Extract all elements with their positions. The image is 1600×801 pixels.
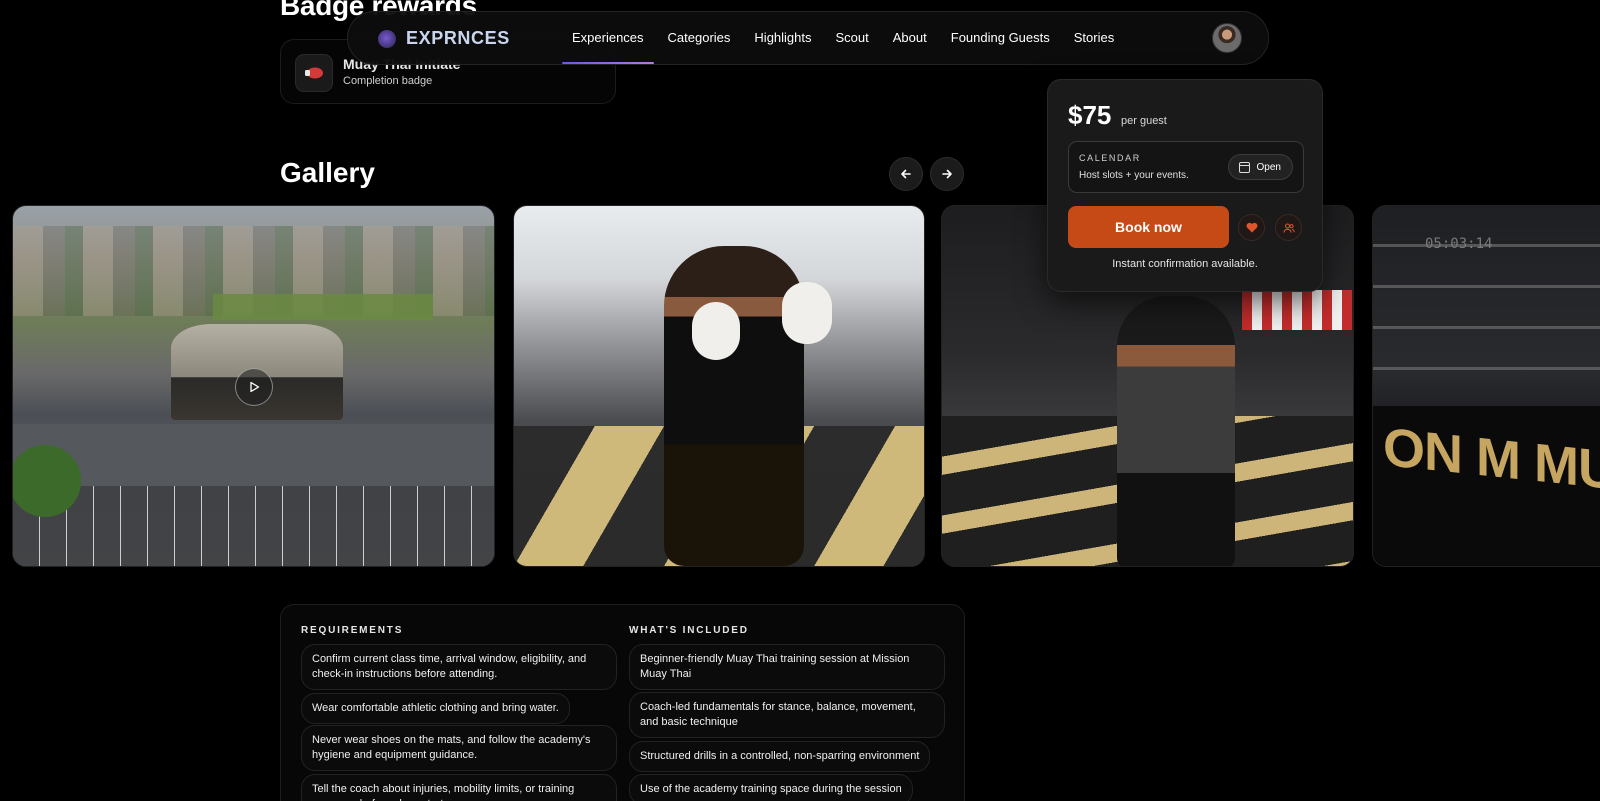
requirement-item: Tell the coach about injuries, mobility … xyxy=(301,774,617,801)
nav-link-scout[interactable]: Scout xyxy=(836,12,869,64)
booking-card: $75 per guest CALENDAR Host slots + your… xyxy=(1047,79,1323,292)
nav-link-founding-guests[interactable]: Founding Guests xyxy=(951,12,1050,64)
image-detail-glove-right xyxy=(782,282,832,344)
gallery-next-button[interactable] xyxy=(930,157,964,191)
included-item: Structured drills in a controlled, non-s… xyxy=(629,741,931,772)
included-title: WHAT'S INCLUDED xyxy=(629,625,749,636)
group-button[interactable] xyxy=(1275,214,1302,241)
nav-link-about[interactable]: About xyxy=(893,12,927,64)
gallery-image-ring[interactable]: 05:03:14 ON M MUAY TH xyxy=(1372,205,1600,567)
requirement-item: Wear comfortable athletic clothing and b… xyxy=(301,693,570,724)
gallery-image-fighter[interactable] xyxy=(513,205,925,567)
included-item: Beginner-friendly Muay Thai training ses… xyxy=(629,644,945,690)
arrow-left-icon xyxy=(901,169,911,179)
included-item: Use of the academy training space during… xyxy=(629,774,913,801)
gallery-title: Gallery xyxy=(280,157,375,188)
calendar-icon xyxy=(1238,161,1250,173)
image-detail-field xyxy=(213,294,433,320)
image-detail-coach xyxy=(1117,296,1235,566)
gallery-prev-button[interactable] xyxy=(889,157,923,191)
calendar-box: CALENDAR Host slots + your events. Open xyxy=(1068,141,1304,193)
boxing-glove-icon xyxy=(295,54,333,92)
image-detail-flag xyxy=(1242,290,1352,330)
user-avatar[interactable] xyxy=(1212,23,1242,53)
requirements-title: REQUIREMENTS xyxy=(301,625,404,636)
included-item: Coach-led fundamentals for stance, balan… xyxy=(629,692,945,738)
calendar-open-label: Open xyxy=(1256,161,1281,173)
logo-icon[interactable] xyxy=(378,30,396,48)
image-detail-fighter xyxy=(664,246,804,566)
logo-text[interactable]: EXPRNCES xyxy=(406,28,510,49)
favorite-button[interactable] xyxy=(1238,214,1265,241)
image-detail-glove-left xyxy=(692,302,740,360)
price-unit: per guest xyxy=(1121,115,1167,127)
info-panel: REQUIREMENTS WHAT'S INCLUDED Confirm cur… xyxy=(280,604,965,801)
requirement-item: Confirm current class time, arrival wind… xyxy=(301,644,617,690)
book-now-button[interactable]: Book now xyxy=(1068,206,1229,248)
image-detail-trees xyxy=(13,406,93,556)
requirement-item: Never wear shoes on the mats, and follow… xyxy=(301,725,617,771)
calendar-open-button[interactable]: Open xyxy=(1227,154,1293,180)
price: $75 xyxy=(1068,100,1112,130)
calendar-subtitle: Host slots + your events. xyxy=(1079,170,1189,181)
nav-link-experiences[interactable]: Experiences xyxy=(562,12,654,64)
top-navbar: EXPRNCES Experiences Categories Highligh… xyxy=(347,11,1269,65)
image-detail-clock: 05:03:14 xyxy=(1425,236,1493,252)
nav-link-categories[interactable]: Categories xyxy=(668,12,731,64)
calendar-label: CALENDAR xyxy=(1079,153,1141,163)
badge-subtitle: Completion badge xyxy=(343,75,433,87)
video-play-button[interactable] xyxy=(235,368,273,406)
nav-links: Experiences Categories Highlights Scout … xyxy=(562,12,1138,64)
arrow-right-icon xyxy=(942,169,952,179)
gallery-image-aerial-gym[interactable] xyxy=(12,205,495,567)
users-icon xyxy=(1282,222,1295,233)
heart-icon xyxy=(1246,222,1257,233)
nav-link-highlights[interactable]: Highlights xyxy=(754,12,811,64)
nav-link-stories[interactable]: Stories xyxy=(1074,12,1114,64)
play-icon xyxy=(250,381,260,393)
confirmation-note: Instant confirmation available. xyxy=(1112,258,1258,270)
